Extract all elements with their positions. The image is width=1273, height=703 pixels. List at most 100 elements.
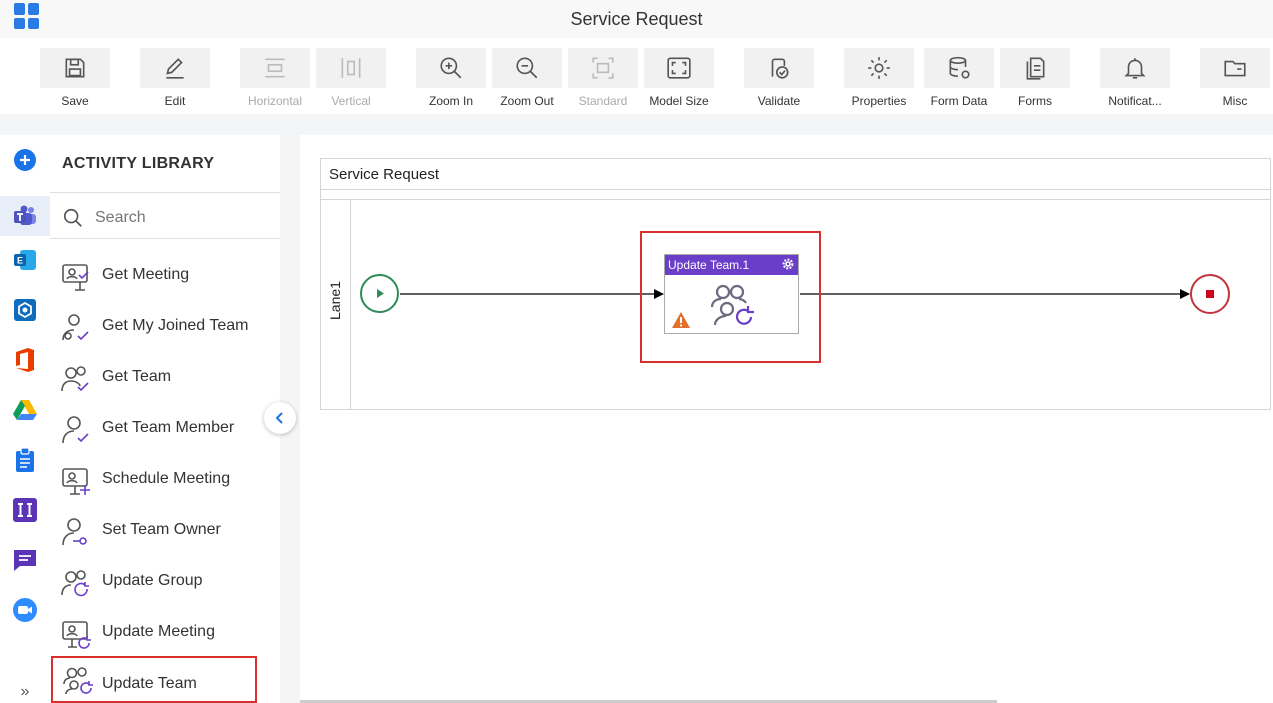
forms-icon — [1026, 57, 1045, 80]
library-item-update-team[interactable]: Update Team — [51, 656, 257, 703]
expand-rail-icon[interactable]: » — [0, 683, 50, 703]
validate-button[interactable]: Validate — [744, 48, 814, 108]
zoom-in-label: Zoom In — [428, 94, 473, 108]
ii-icon[interactable] — [12, 497, 38, 523]
warning-icon[interactable] — [671, 311, 691, 329]
exchange-icon[interactable]: E — [12, 247, 38, 273]
divider — [321, 199, 1270, 200]
play-icon — [377, 289, 384, 298]
standard-icon — [592, 57, 614, 79]
library-item-schedule-meeting[interactable]: Schedule Meeting — [50, 457, 280, 503]
bell-icon — [1124, 58, 1146, 79]
box-icon[interactable] — [12, 297, 38, 323]
search-input[interactable] — [95, 205, 265, 231]
chevron-left-icon — [275, 412, 283, 424]
page-title: Service Request — [570, 9, 703, 29]
user-team-check-icon — [62, 314, 89, 341]
notifications-button[interactable]: Notificat... — [1100, 48, 1170, 108]
zoom-out-icon — [516, 57, 538, 79]
toolbar: Save Edit Horizontal Vertical Zoom In Zo… — [0, 38, 1273, 114]
divider — [50, 192, 280, 193]
library-item-label: Get My Joined Team — [102, 317, 249, 334]
library-item-label: Get Meeting — [102, 266, 190, 283]
save-icon — [65, 58, 85, 78]
group-refresh-icon — [61, 570, 89, 597]
library-item-set-team-owner[interactable]: Set Team Owner — [50, 508, 280, 554]
vertical-label: Vertical — [331, 94, 371, 108]
edit-icon — [166, 58, 184, 79]
forms-button[interactable]: Forms — [1000, 48, 1070, 108]
activity-update-team[interactable]: Update Team.1 — [664, 254, 799, 334]
zoom-out-label: Zoom Out — [500, 94, 554, 108]
horizontal-icon — [265, 58, 285, 78]
user-key-icon — [62, 518, 87, 546]
save-label: Save — [61, 94, 89, 108]
library-item-label: Set Team Owner — [102, 521, 221, 538]
chat-icon[interactable] — [12, 547, 38, 573]
start-event[interactable] — [360, 274, 399, 313]
pool-title: Service Request — [329, 166, 440, 183]
meeting-check-icon — [62, 264, 89, 291]
team-refresh-icon — [710, 284, 754, 326]
divider — [321, 189, 1270, 190]
team-refresh-icon — [63, 667, 93, 695]
library-item-update-meeting[interactable]: Update Meeting — [50, 610, 280, 656]
form-data-label: Form Data — [930, 94, 988, 108]
library-item-label: Update Team — [102, 675, 197, 692]
save-button[interactable]: Save — [40, 48, 110, 108]
properties-button[interactable]: Properties — [844, 48, 914, 108]
zoom-in-icon — [440, 57, 462, 79]
misc-button[interactable]: Misc — [1200, 48, 1270, 108]
library-item-update-group[interactable]: Update Group — [50, 559, 280, 605]
zoom-icon[interactable] — [12, 597, 38, 623]
add-icon[interactable] — [12, 147, 38, 173]
vertical-icon — [341, 58, 361, 78]
standard-button[interactable]: Standard — [568, 48, 638, 108]
lane-label: Lane1 — [327, 281, 343, 320]
meeting-refresh-icon — [62, 621, 91, 649]
model-size-icon — [667, 57, 691, 79]
teams-icon[interactable] — [0, 196, 50, 236]
library-item-get-my-joined-team[interactable]: Get My Joined Team — [50, 304, 280, 350]
zoom-out-button[interactable]: Zoom Out — [492, 48, 562, 108]
library-item-label: Get Team — [102, 368, 172, 385]
app-rail: E — [0, 135, 50, 703]
library-item-label: Schedule Meeting — [102, 470, 231, 487]
form-data-button[interactable]: Form Data — [924, 48, 994, 108]
library-item-get-meeting[interactable]: Get Meeting — [50, 253, 280, 299]
edit-label: Edit — [164, 94, 186, 108]
vertical-button[interactable]: Vertical — [316, 48, 386, 108]
model-size-button[interactable]: Model Size — [644, 48, 714, 108]
activity-library: ACTIVITY LIBRARY Get Meeting Get My Join… — [50, 135, 280, 703]
library-item-get-team-member[interactable]: Get Team Member — [50, 406, 280, 452]
zoom-in-button[interactable]: Zoom In — [416, 48, 486, 108]
office-icon[interactable] — [12, 347, 38, 373]
gear-icon — [868, 57, 890, 79]
edit-button[interactable]: Edit — [140, 48, 210, 108]
library-item-label: Update Meeting — [102, 623, 215, 640]
library-item-get-team[interactable]: Get Team — [50, 355, 280, 401]
drive-icon[interactable] — [12, 397, 38, 423]
clipboard-icon[interactable] — [12, 447, 38, 473]
library-item-label: Update Group — [102, 572, 203, 589]
horizontal-label: Horizontal — [247, 94, 303, 108]
search-box — [62, 205, 272, 231]
user-check-icon — [62, 416, 89, 444]
end-event[interactable] — [1190, 274, 1230, 314]
activity-title: Update Team.1 — [668, 258, 750, 272]
collapse-library-button[interactable] — [264, 402, 296, 434]
svg-text:E: E — [17, 256, 23, 266]
library-title: ACTIVITY LIBRARY — [62, 155, 215, 172]
standard-label: Standard — [578, 94, 628, 108]
notifications-label: Notificat... — [1108, 94, 1162, 108]
gear-icon[interactable] — [781, 257, 795, 271]
meeting-add-icon — [62, 468, 90, 495]
misc-label: Misc — [1222, 94, 1248, 108]
model-size-label: Model Size — [649, 94, 709, 108]
search-icon — [63, 208, 82, 227]
horizontal-button[interactable]: Horizontal — [240, 48, 310, 108]
team-check-icon — [61, 366, 89, 392]
title-bar: Service Request — [0, 0, 1273, 38]
library-item-label: Get Team Member — [102, 419, 235, 436]
stop-icon — [1206, 290, 1214, 298]
